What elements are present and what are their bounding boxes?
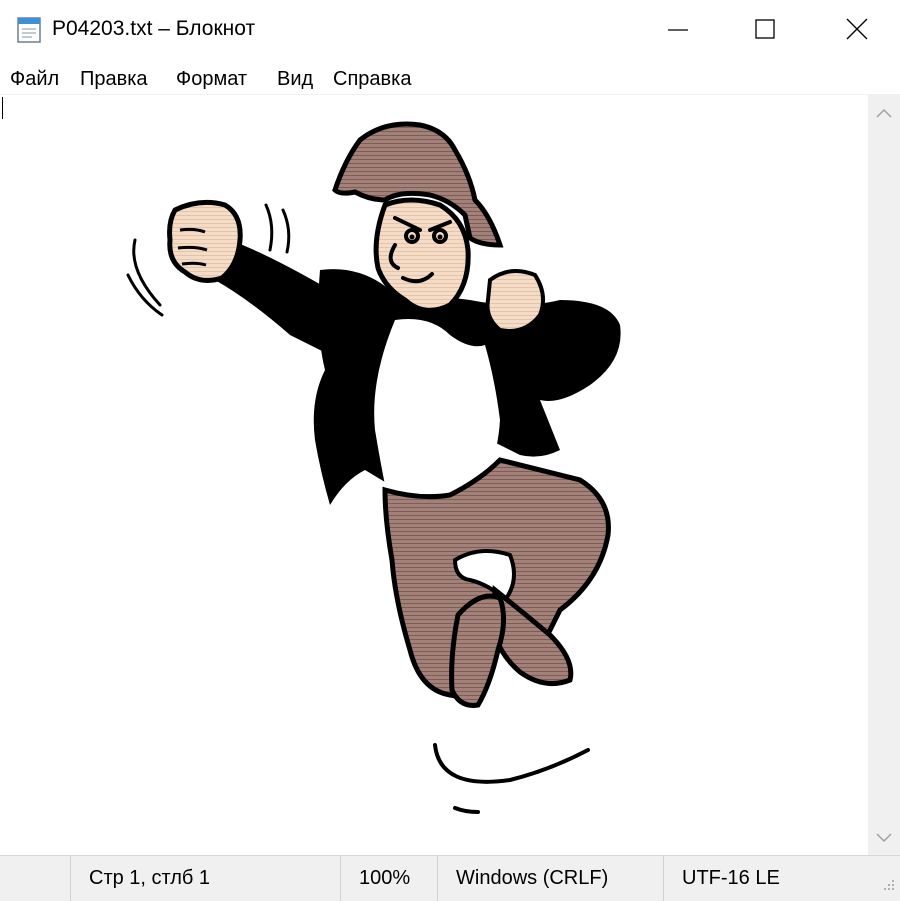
minimize-button[interactable]	[632, 0, 724, 60]
status-encoding: UTF-16 LE	[663, 856, 870, 901]
minimize-icon	[668, 29, 688, 31]
window-title: P04203.txt – Блокнот	[52, 17, 256, 40]
status-line-endings: Windows (CRLF)	[437, 856, 663, 901]
close-button[interactable]	[808, 0, 900, 60]
menu-edit[interactable]: Правка	[80, 66, 148, 92]
menu-help[interactable]: Справка	[333, 66, 411, 92]
title-bar[interactable]: P04203.txt – Блокнот	[0, 0, 900, 60]
status-zoom: 100%	[340, 856, 437, 901]
scroll-up-button[interactable]	[868, 95, 900, 129]
resize-grip-icon[interactable]	[876, 876, 898, 898]
text-editor[interactable]	[0, 95, 868, 855]
chevron-down-icon	[876, 833, 892, 843]
scroll-down-button[interactable]	[868, 821, 900, 855]
menu-format[interactable]: Формат	[176, 66, 247, 92]
cartoon-jumping-man	[126, 121, 621, 814]
menu-view[interactable]: Вид	[277, 66, 313, 92]
status-bar: Стр 1, стлб 1 100% Windows (CRLF) UTF-16…	[0, 855, 900, 901]
maximize-icon	[755, 19, 775, 39]
notepad-icon	[17, 17, 41, 43]
menu-file[interactable]: Файл	[10, 66, 59, 92]
vertical-scrollbar[interactable]	[868, 95, 900, 855]
menu-bar: Файл Правка Формат Вид Справка	[0, 62, 900, 95]
close-icon	[846, 18, 868, 40]
chevron-up-icon	[876, 108, 892, 118]
maximize-button[interactable]	[720, 0, 812, 60]
status-cursor-position: Стр 1, стлб 1	[70, 856, 340, 901]
